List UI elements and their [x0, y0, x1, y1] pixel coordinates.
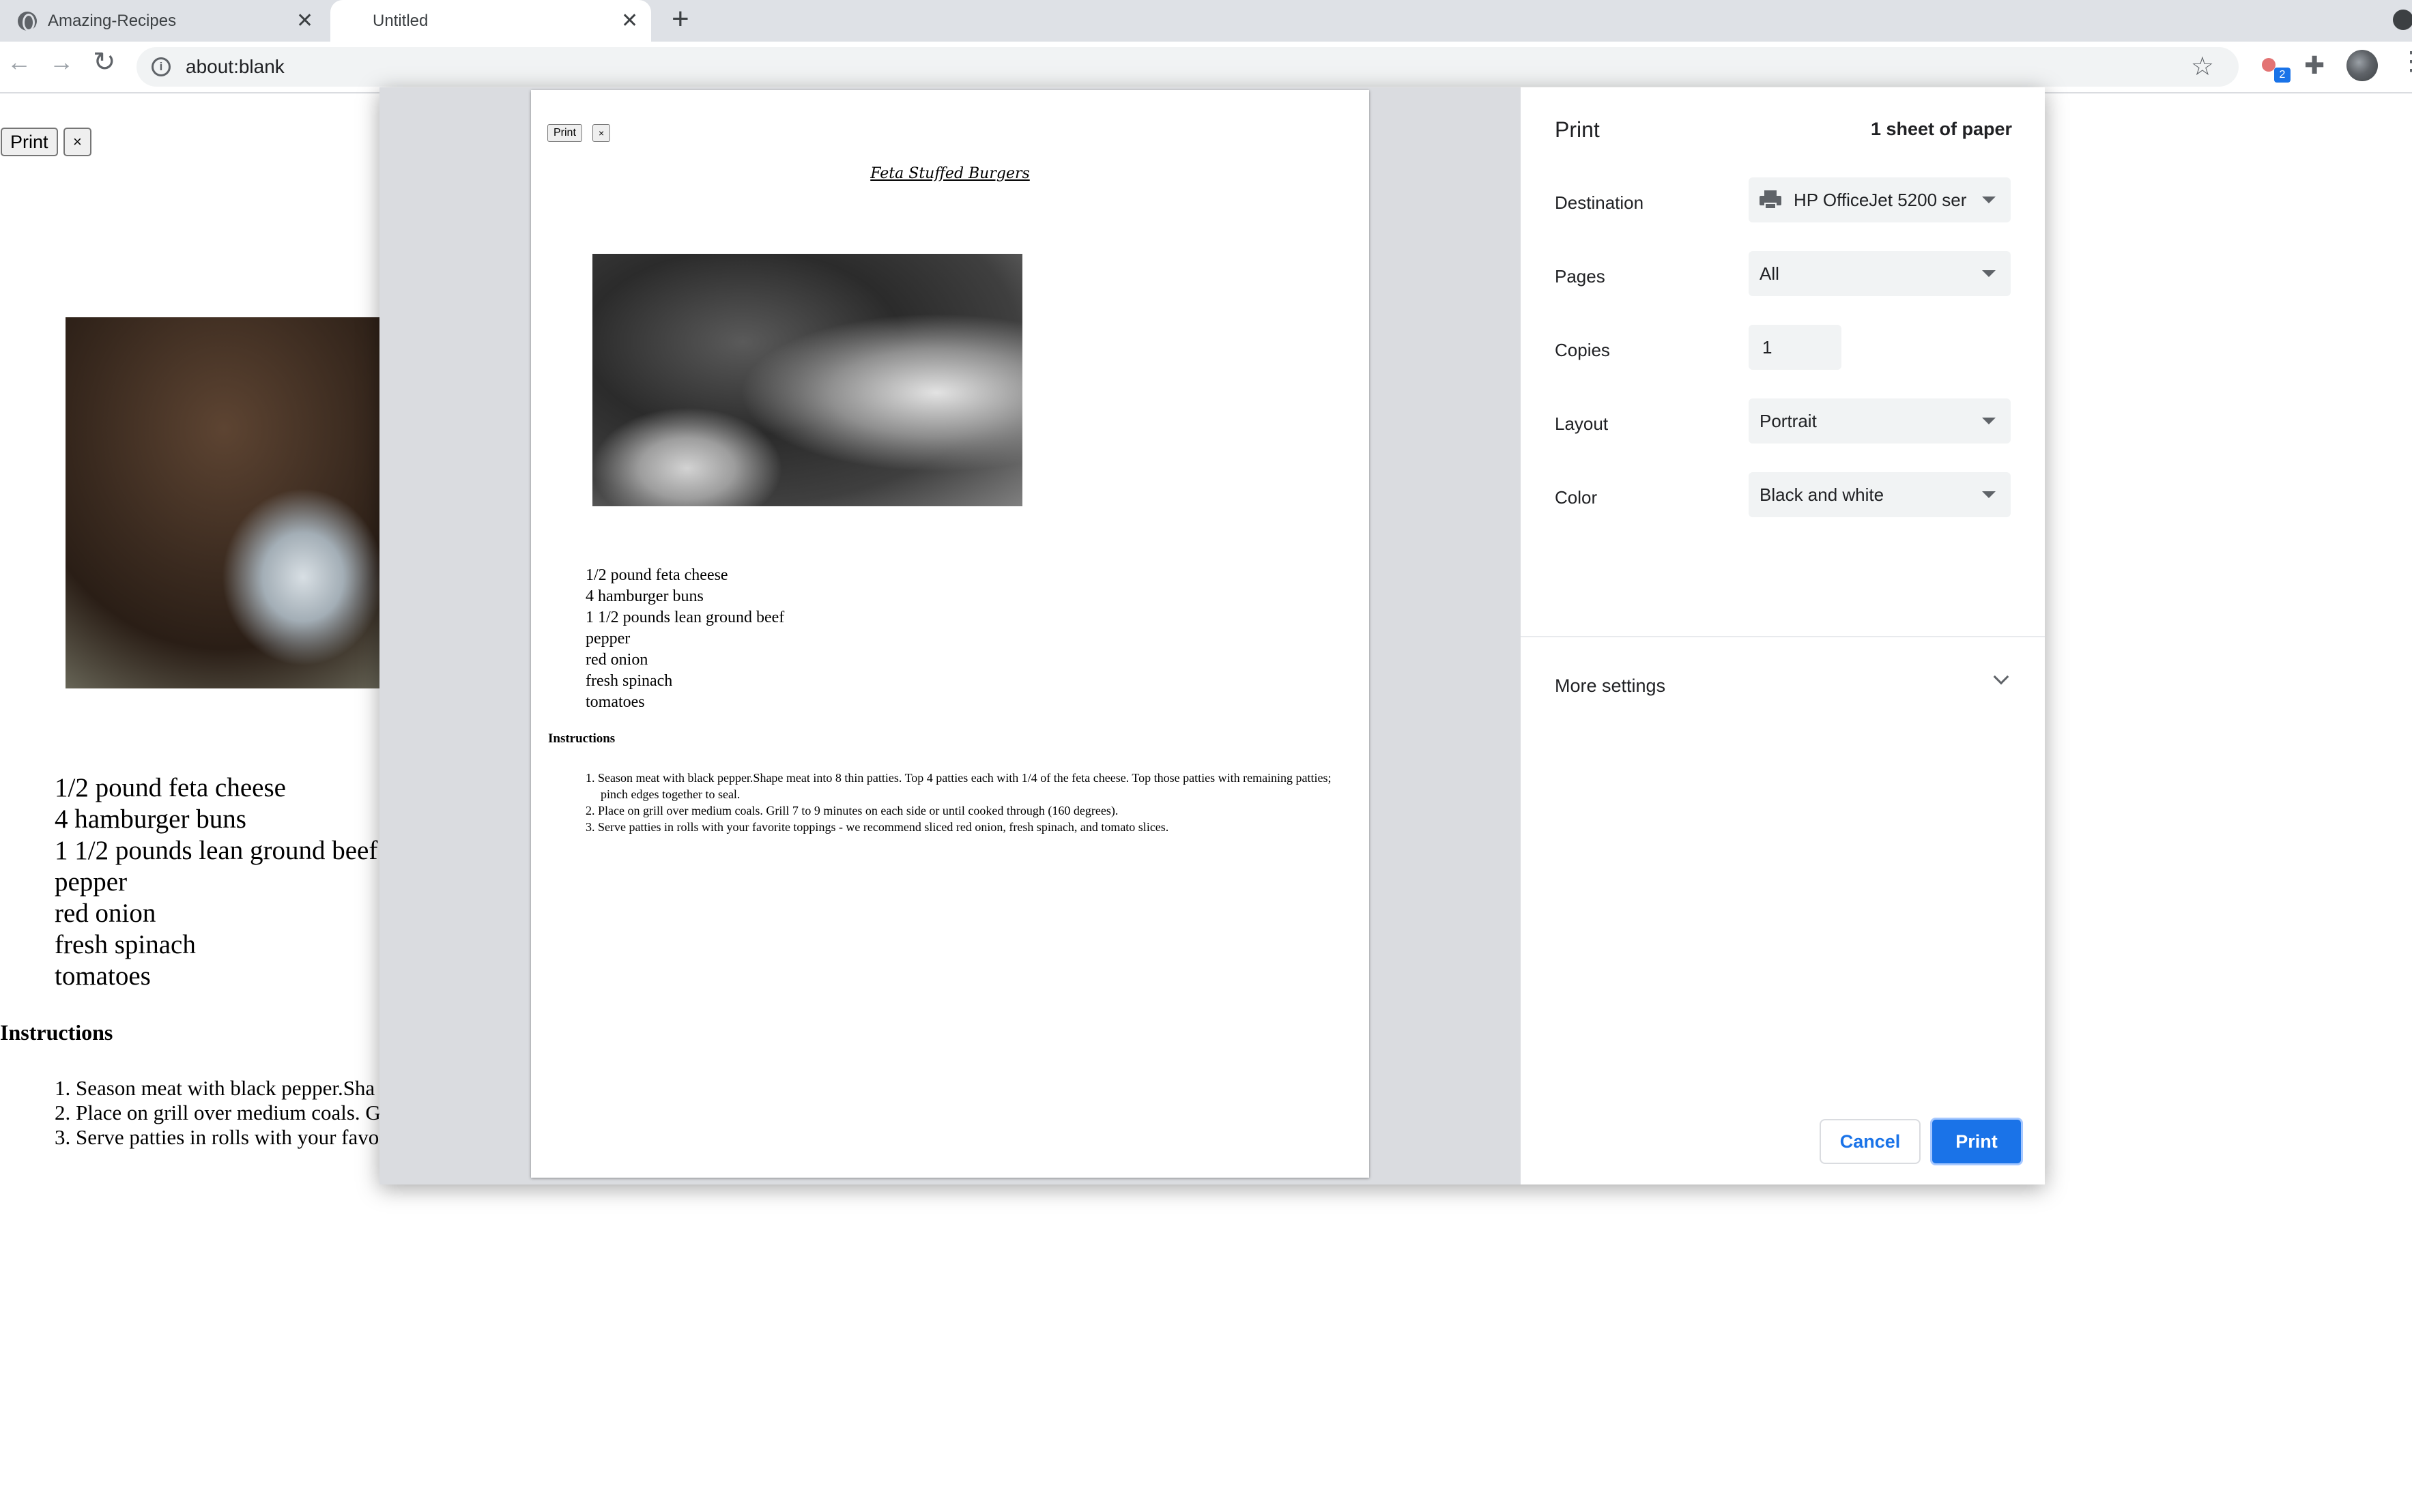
chevron-down-icon[interactable] [1993, 669, 2009, 685]
ingredient-item: 1 1/2 pounds lean ground beef [55, 836, 378, 865]
preview-sheet: Print × Feta Stuffed Burgers 1/2 pound f… [531, 90, 1369, 1178]
color-value: Black and white [1760, 484, 1884, 505]
tab-close-icon[interactable]: ✕ [621, 10, 638, 31]
chevron-down-icon [1982, 491, 1996, 498]
pages-value: All [1760, 263, 1779, 284]
destination-label: Destination [1555, 192, 1644, 213]
tab-strip: Amazing-Recipes ✕ Untitled ✕ + [0, 0, 2412, 42]
tab-title: Amazing-Recipes [48, 11, 177, 30]
instruction-item: 1. Season meat with black pepper.Shape m… [586, 771, 1332, 801]
settings-divider [1521, 636, 2045, 637]
star-icon[interactable]: ☆ [2191, 51, 2214, 82]
tab-title: Untitled [373, 11, 429, 30]
printer-icon [1760, 190, 1781, 209]
tab-search-icon[interactable] [2393, 10, 2412, 30]
destination-select[interactable]: HP OfficeJet 5200 ser [1749, 177, 2011, 222]
ingredient-item: 1/2 pound feta cheese [586, 566, 728, 584]
kebab-menu-icon[interactable]: ⋮ [2398, 48, 2412, 74]
ingredient-item: tomatoes [55, 961, 151, 991]
ingredient-list: 1/2 pound feta cheese 4 hamburger buns 1… [55, 772, 377, 992]
preview-instruction-list: 1. Season meat with black pepper.Shape m… [586, 770, 1350, 835]
ingredient-item: 1/2 pound feta cheese [55, 773, 286, 802]
avatar[interactable] [2346, 50, 2378, 81]
print-button[interactable]: Print [1930, 1118, 2023, 1165]
color-label: Color [1555, 487, 1598, 508]
layout-label: Layout [1555, 413, 1609, 434]
recipe-title: Feta Stuffed Burgers [870, 165, 1030, 182]
instruction-item: 2. Place on grill over medium coals. Gri… [586, 804, 1119, 817]
ingredient-item: fresh spinach [55, 930, 196, 959]
ingredient-item: fresh spinach [586, 672, 673, 690]
ingredient-item: 4 hamburger buns [55, 804, 246, 834]
instruction-item: 2. Place on grill over medium coals. G [55, 1101, 381, 1124]
page-print-button[interactable]: Print [1, 128, 58, 156]
browser-toolbar: ← → ↻ i about:blank ☆ 2 ✚ ⋮ [0, 42, 2412, 93]
sheet-count: 1 sheet of paper [1870, 119, 2012, 139]
tab-amazing-recipes[interactable]: Amazing-Recipes ✕ [18, 0, 318, 42]
preview-instructions-heading: Instructions [548, 731, 616, 746]
ingredient-item: 4 hamburger buns [586, 587, 704, 605]
extension-logo [2262, 58, 2275, 72]
print-preview-area: Print × Feta Stuffed Burgers 1/2 pound f… [379, 87, 1521, 1184]
forward-icon[interactable]: → [49, 50, 74, 74]
instruction-item: 1. Season meat with black pepper.Sha [55, 1076, 375, 1100]
globe-icon [18, 11, 37, 31]
extension-icon[interactable]: 2 [2259, 54, 2291, 84]
puzzle-icon[interactable]: ✚ [2304, 51, 2325, 80]
layout-select[interactable]: Portrait [1749, 398, 2011, 444]
info-icon[interactable]: i [152, 57, 171, 76]
pages-select[interactable]: All [1749, 251, 2011, 296]
reload-icon[interactable]: ↻ [93, 48, 116, 76]
ingredient-item: red onion [55, 899, 156, 928]
pages-label: Pages [1555, 266, 1605, 287]
tab-close-icon[interactable]: ✕ [296, 10, 313, 31]
address-text: about:blank [186, 56, 285, 77]
preview-ingredient-list: 1/2 pound feta cheese 4 hamburger buns 1… [586, 565, 784, 713]
copies-label: Copies [1555, 340, 1610, 360]
ingredient-item: 1 1/2 pounds lean ground beef [586, 609, 785, 626]
ingredient-item: tomatoes [586, 693, 645, 711]
new-tab-button[interactable]: + [672, 4, 689, 34]
chevron-down-icon [1982, 418, 1996, 424]
preview-close-button: × [592, 124, 611, 142]
instructions-heading: Instructions [0, 1020, 113, 1045]
instruction-item: 3. Serve patties in rolls with your favo [55, 1125, 379, 1149]
ingredient-item: pepper [586, 630, 631, 648]
print-settings-panel: Print 1 sheet of paper Destination HP Of… [1521, 87, 2045, 1184]
chevron-down-icon [1982, 270, 1996, 277]
preview-burger-photo [592, 254, 1022, 506]
color-select[interactable]: Black and white [1749, 472, 2011, 517]
more-settings-toggle[interactable]: More settings [1555, 675, 1665, 697]
back-icon[interactable]: ← [7, 50, 31, 74]
instruction-list: 1. Season meat with black pepper.Sha 2. … [55, 1076, 381, 1150]
cancel-button[interactable]: Cancel [1820, 1119, 1921, 1164]
copies-input[interactable] [1749, 325, 1841, 370]
print-dialog-title: Print [1555, 117, 1600, 142]
preview-print-button: Print [547, 124, 582, 142]
ingredient-item: pepper [55, 867, 128, 897]
instruction-item: 3. Serve patties in rolls with your favo… [586, 820, 1169, 834]
extension-badge: 2 [2274, 68, 2291, 83]
destination-value: HP OfficeJet 5200 ser [1794, 189, 1967, 210]
tab-untitled[interactable]: Untitled ✕ [330, 0, 651, 42]
chevron-down-icon [1982, 197, 1996, 203]
page-close-button[interactable]: × [63, 128, 91, 156]
ingredient-item: red onion [586, 651, 648, 669]
address-bar[interactable]: i about:blank ☆ [137, 47, 2239, 87]
layout-value: Portrait [1760, 410, 1817, 431]
print-dialog: Print × Feta Stuffed Burgers 1/2 pound f… [379, 87, 2045, 1184]
